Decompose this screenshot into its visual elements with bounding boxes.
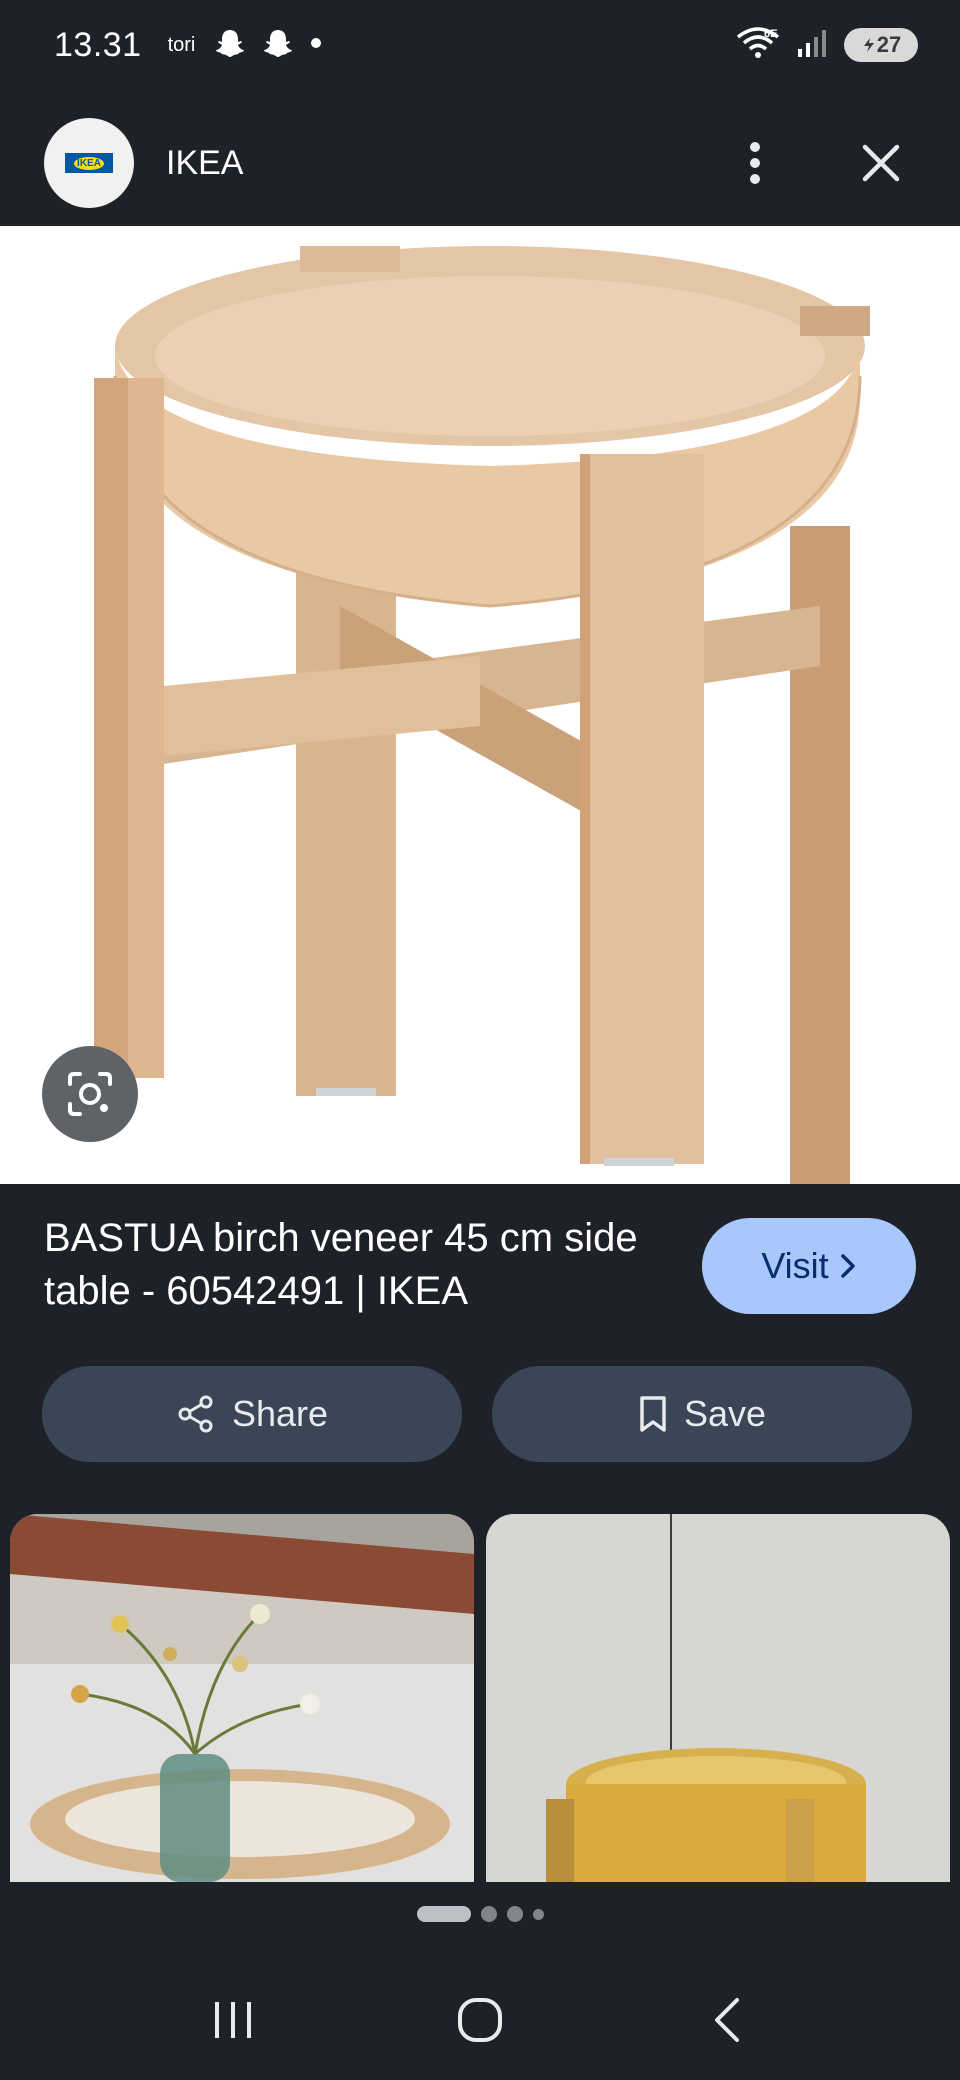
close-icon: [862, 144, 900, 182]
notification-dot-icon: [309, 36, 323, 55]
save-label: Save: [683, 1393, 767, 1434]
top-app-bar: IKEA IKEA: [0, 100, 960, 226]
related-image[interactable]: [486, 1514, 950, 1882]
side-table-illustration: [94, 246, 870, 1184]
home-button[interactable]: [430, 1970, 530, 2070]
home-icon: [457, 1998, 502, 2042]
clock: 13.31: [54, 25, 142, 64]
result-title[interactable]: BASTUA birch veneer 45 cm side table - 6…: [44, 1212, 664, 1318]
page-dot-active: [416, 1906, 471, 1922]
back-icon: [714, 1998, 739, 2042]
back-button[interactable]: [677, 1970, 777, 2070]
result-info: BASTUA birch veneer 45 cm side table - 6…: [44, 1212, 916, 1318]
status-right: 6E 27: [734, 25, 918, 66]
page-indicator: [0, 1906, 960, 1922]
status-bar: 13.31 tori 6E 27: [0, 0, 960, 90]
logo-text: IKEA: [74, 156, 104, 170]
chevron-right-icon: [840, 1254, 855, 1278]
charging-icon: [863, 38, 874, 52]
ikea-logo-icon: IKEA: [65, 153, 113, 173]
site-name: IKEA: [166, 143, 244, 182]
close-button[interactable]: [846, 128, 916, 198]
snapchat-icon: [261, 26, 295, 65]
save-button[interactable]: Save: [492, 1366, 912, 1462]
page-dot: [532, 1908, 544, 1920]
recents-icon: [215, 2002, 252, 2038]
svg-text:6E: 6E: [764, 28, 777, 40]
related-images: [10, 1514, 950, 1882]
related-image[interactable]: [10, 1514, 474, 1882]
lens-icon: [68, 1072, 112, 1116]
flowers-table-image: [10, 1514, 474, 1882]
system-nav-bar: [0, 1960, 960, 2080]
carrier-label: tori: [167, 33, 196, 56]
visit-button[interactable]: Visit: [702, 1218, 916, 1314]
page-dot: [506, 1906, 523, 1922]
page-dot: [480, 1906, 497, 1922]
share-label: Share: [231, 1393, 329, 1434]
battery-indicator: 27: [844, 28, 918, 62]
bookmark-icon: [640, 1396, 666, 1432]
battery-level: 27: [876, 32, 902, 57]
wifi-icon: 6E: [734, 25, 782, 66]
more-vert-icon: [750, 142, 760, 184]
action-row: Share Save: [42, 1366, 912, 1462]
table-corner-image: [486, 1514, 950, 1882]
share-icon: [178, 1395, 213, 1433]
google-lens-button[interactable]: [42, 1046, 138, 1142]
more-options-button[interactable]: [720, 128, 790, 198]
visit-label: Visit: [761, 1245, 829, 1286]
snapchat-icon: [213, 26, 247, 65]
site-logo[interactable]: IKEA: [44, 118, 134, 208]
signal-icon: [796, 27, 830, 64]
product-image[interactable]: [0, 226, 960, 1184]
recent-apps-button[interactable]: [183, 1970, 283, 2070]
share-button[interactable]: Share: [42, 1366, 462, 1462]
status-left: 13.31 tori: [54, 26, 323, 65]
